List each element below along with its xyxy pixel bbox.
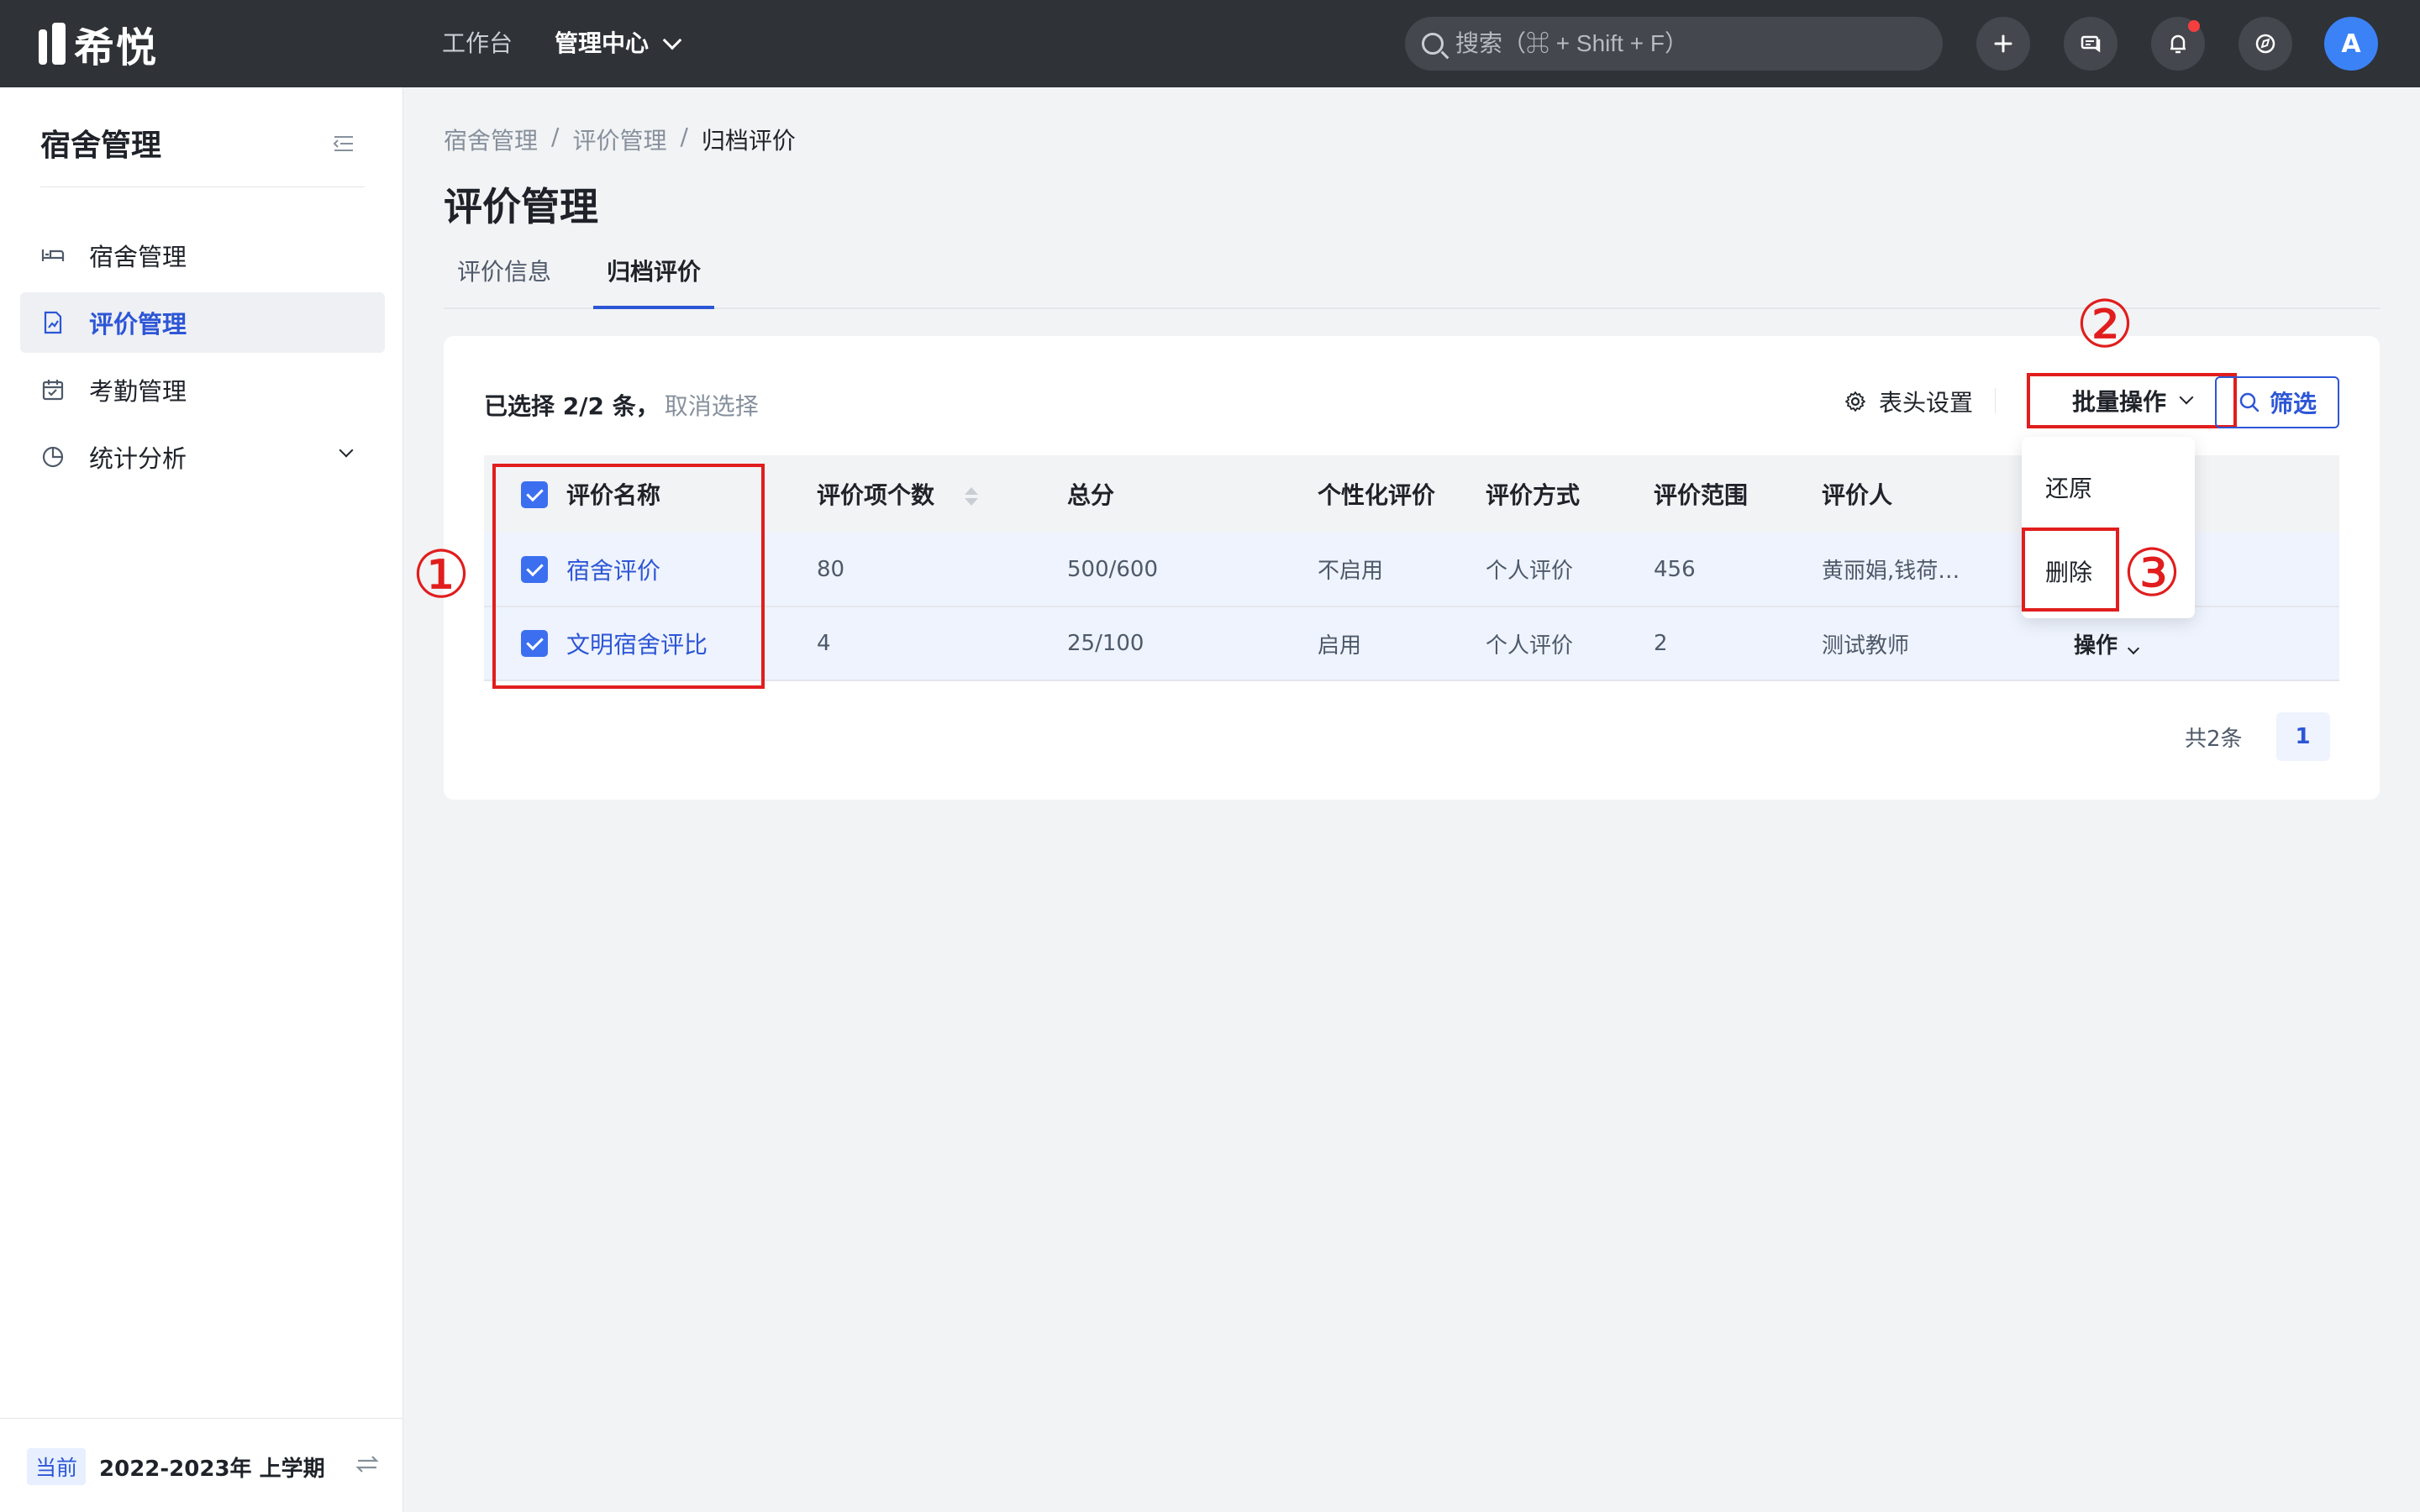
breadcrumb-separator: /: [680, 123, 688, 150]
cell-mode: 个人评价: [1486, 559, 1574, 584]
selection-info: 已选择 2/2 条， 取消选择: [484, 388, 759, 422]
add-button[interactable]: [1976, 17, 2030, 71]
step-2-marker: ②: [2075, 287, 2134, 363]
bell-icon: [2170, 34, 2186, 54]
cell-item-count: 4: [817, 631, 831, 656]
sidebar-item-statistics[interactable]: 统计分析: [20, 427, 385, 487]
batch-operations-button[interactable]: 批量操作: [2027, 373, 2237, 428]
step-3-marker: ③: [2123, 536, 2181, 612]
compass-icon: [2255, 34, 2275, 54]
column-header: 总分: [1067, 481, 1115, 509]
column-header-sortable[interactable]: 评价项个数: [817, 455, 1067, 533]
term-label: 2022-2023年 上学期: [99, 1456, 325, 1482]
pagination: 共2条 1: [2185, 712, 2330, 761]
current-term-badge: 当前: [27, 1448, 87, 1485]
chevron-down-icon: [662, 30, 682, 50]
breadcrumb-separator: /: [551, 123, 560, 150]
sidebar-divider: [40, 186, 365, 187]
tab-archived-evaluation[interactable]: 归档评价: [593, 252, 715, 309]
cell-range: 2: [1654, 631, 1668, 656]
top-nav: 工作台 管理中心: [442, 24, 682, 64]
plus-icon: [1994, 34, 2012, 53]
sidebar: 宿舍管理 宿舍管理 评价管理 考勤管理 统计分析 当前 2022-2023年 上…: [0, 87, 403, 1512]
message-icon: [2081, 35, 2101, 53]
selection-count: 已选择 2/2 条，: [484, 392, 660, 420]
menu-item-restore[interactable]: 还原: [2045, 470, 2092, 504]
selection-highlight-box: [492, 464, 765, 689]
pie-icon: [42, 446, 64, 468]
breadcrumb-evaluation[interactable]: 评价管理: [572, 123, 666, 156]
global-search[interactable]: [1405, 17, 1943, 71]
calendar-icon: [42, 380, 64, 401]
chevron-down-icon: [2127, 642, 2140, 654]
cancel-selection-link[interactable]: 取消选择: [665, 392, 759, 420]
breadcrumb-current: 归档评价: [701, 127, 796, 155]
column-header: 评价方式: [1486, 481, 1581, 509]
avatar[interactable]: A: [2324, 17, 2378, 71]
nav-management-center[interactable]: 管理中心: [555, 24, 682, 64]
page-button-current[interactable]: 1: [2275, 712, 2330, 761]
chart-doc-icon: [44, 311, 62, 334]
cell-score: 25/100: [1067, 631, 1144, 656]
top-bar: 希悦 工作台 管理中心 A: [0, 0, 2420, 87]
search-input[interactable]: [1455, 30, 1926, 57]
search-icon: [2239, 392, 2260, 412]
menu-item-delete[interactable]: 删除: [2045, 554, 2092, 588]
term-selector[interactable]: 当前 2022-2023年 上学期: [27, 1448, 380, 1485]
cell-personalized: 启用: [1318, 633, 1362, 659]
sidebar-item-attendance[interactable]: 考勤管理: [20, 360, 385, 420]
search-icon: [1422, 33, 1444, 55]
step-1-marker: ①: [412, 538, 471, 613]
column-header: 评价范围: [1654, 481, 1749, 509]
page-title: 评价管理: [444, 184, 598, 229]
sidebar-menu: 宿舍管理 评价管理 考勤管理 统计分析: [20, 225, 385, 494]
chevron-down-icon: [339, 443, 354, 458]
swap-icon[interactable]: [355, 1452, 380, 1477]
logo-mark-icon: [39, 23, 67, 65]
cell-item-count: 80: [817, 556, 845, 582]
app-logo[interactable]: 希悦: [39, 20, 158, 71]
sort-icon[interactable]: [965, 487, 979, 506]
sidebar-item-dorm[interactable]: 宿舍管理: [20, 225, 385, 286]
notifications-button[interactable]: [2151, 17, 2205, 71]
app-switch-button[interactable]: [2238, 17, 2292, 71]
nav-workbench[interactable]: 工作台: [442, 24, 513, 64]
cell-score: 500/600: [1067, 556, 1159, 582]
tab-evaluation-info[interactable]: 评价信息: [444, 252, 565, 309]
breadcrumb-dorm[interactable]: 宿舍管理: [444, 123, 538, 156]
toolbar-divider: [1995, 388, 1996, 413]
filter-button[interactable]: 筛选: [2215, 376, 2339, 428]
sidebar-footer-divider: [0, 1418, 403, 1419]
header-settings-button[interactable]: 表头设置: [1844, 385, 1973, 418]
cell-personalized: 不启用: [1318, 559, 1384, 584]
total-count: 共2条: [2185, 726, 2243, 752]
cell-mode: 个人评价: [1486, 633, 1574, 659]
notification-dot: [2188, 20, 2200, 32]
chevron-down-icon: [2179, 390, 2194, 405]
messages-button[interactable]: [2064, 17, 2118, 71]
breadcrumb: 宿舍管理 / 评价管理 / 归档评价: [444, 123, 796, 156]
collapse-sidebar-icon[interactable]: [333, 134, 355, 153]
sidebar-title: 宿舍管理: [40, 129, 162, 163]
cell-range: 456: [1654, 556, 1696, 582]
bed-icon: [41, 249, 65, 261]
sidebar-item-evaluation[interactable]: 评价管理: [20, 292, 385, 353]
column-header: 个性化评价: [1318, 481, 1436, 509]
gear-icon: [1845, 391, 1865, 412]
